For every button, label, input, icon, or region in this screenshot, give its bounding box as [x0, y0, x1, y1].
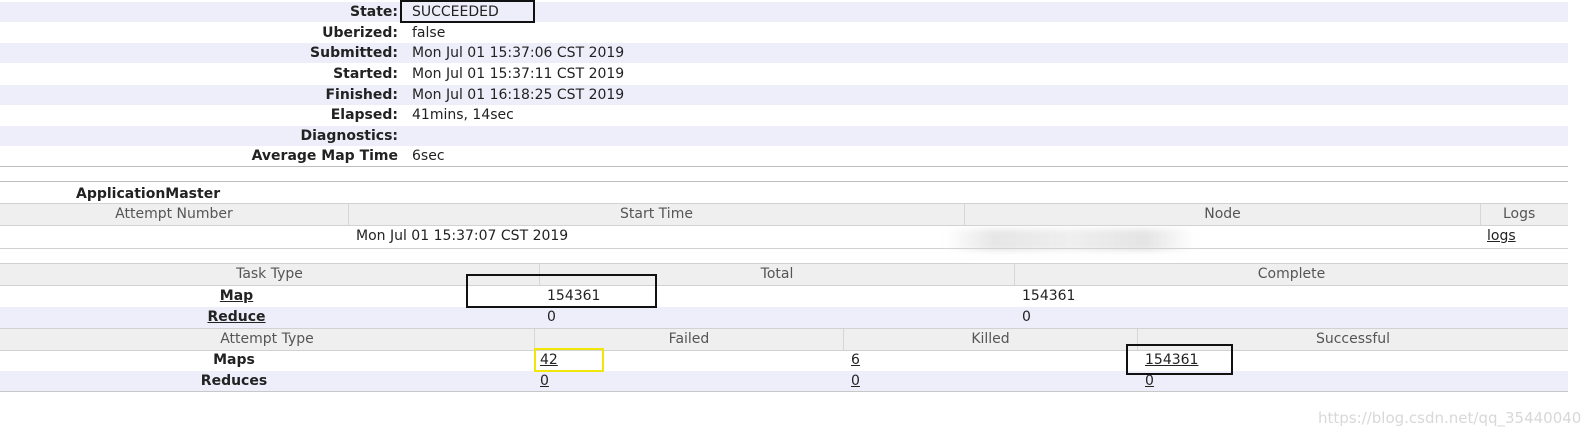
average-map-time-row: Average Map Time 6sec [0, 146, 1568, 166]
divider [0, 166, 1568, 167]
task-row-reduce: Reduce 0 0 [0, 307, 1568, 328]
elapsed-row: Elapsed: 41mins, 14sec [0, 105, 1568, 125]
divider [0, 391, 1568, 392]
reduces-attempt-label: Reduces [200, 373, 268, 389]
reduces-failed-link[interactable]: 0 [540, 371, 549, 392]
finished-row: Finished: Mon Jul 01 16:18:25 CST 2019 [0, 85, 1568, 105]
failed-highlight-box [534, 348, 604, 372]
successful-highlight-box [1126, 344, 1233, 375]
am-logs-link[interactable]: logs [1487, 226, 1516, 247]
elapsed-label: Elapsed: [330, 107, 398, 123]
submitted-value: Mon Jul 01 15:37:06 CST 2019 [412, 45, 625, 61]
maps-killed-link[interactable]: 6 [851, 350, 860, 371]
uberized-row: Uberized: false [0, 23, 1568, 43]
map-task-link[interactable]: Map [0, 286, 473, 307]
map-complete-value: 154361 [1022, 288, 1076, 304]
diagnostics-label: Diagnostics: [300, 128, 398, 144]
average-map-time-label: Average Map Time [251, 148, 398, 164]
failed-header: Failed [535, 329, 844, 350]
attempt-row-reduces: Reduces 0 0 0 [0, 371, 1568, 392]
reduce-total-value: 0 [547, 309, 556, 325]
application-master-title: ApplicationMaster [76, 186, 221, 202]
reduces-killed-link[interactable]: 0 [851, 371, 860, 392]
state-label: State: [349, 4, 398, 20]
finished-label: Finished: [325, 87, 398, 103]
attempt-number-header: Attempt Number [0, 204, 349, 225]
attempt-type-header: Attempt Type [0, 329, 535, 350]
state-highlight-box [400, 0, 535, 23]
uberized-label: Uberized: [322, 25, 398, 41]
uberized-value: false [412, 25, 446, 41]
divider [0, 248, 1568, 249]
submitted-row: Submitted: Mon Jul 01 15:37:06 CST 2019 [0, 43, 1568, 63]
attempt-row-maps: Maps 42 6 154361 [0, 350, 1568, 371]
am-start-time-value: Mon Jul 01 15:37:07 CST 2019 [356, 228, 569, 244]
application-master-row: Mon Jul 01 15:37:07 CST 2019 logs [0, 226, 1568, 247]
elapsed-value: 41mins, 14sec [412, 107, 514, 123]
started-label: Started: [333, 66, 398, 82]
watermark: https://blog.csdn.net/qq_35440040 [1318, 409, 1582, 427]
state-row: State: SUCCEEDED [0, 2, 1568, 22]
reduce-task-link[interactable]: Reduce [0, 307, 473, 328]
divider [0, 181, 1568, 182]
finished-value: Mon Jul 01 16:18:25 CST 2019 [412, 87, 625, 103]
attempt-table-header: Attempt Type Failed Killed Successful [0, 328, 1568, 351]
reduce-complete-value: 0 [1022, 309, 1031, 325]
complete-header: Complete [1257, 266, 1326, 282]
start-time-header: Start Time [349, 204, 965, 225]
task-table-header: Task Type Total Complete [0, 263, 1568, 286]
task-row-map: Map 154361 154361 [0, 286, 1568, 307]
started-row: Started: Mon Jul 01 15:37:11 CST 2019 [0, 64, 1568, 84]
killed-header: Killed [844, 329, 1138, 350]
maps-attempt-label: Maps [213, 352, 255, 368]
started-value: Mon Jul 01 15:37:11 CST 2019 [412, 66, 625, 82]
logs-header: Logs [1503, 206, 1536, 222]
diagnostics-row: Diagnostics: [0, 126, 1568, 146]
task-type-header: Task Type [0, 264, 540, 285]
submitted-label: Submitted: [310, 45, 398, 61]
application-master-header: Attempt Number Start Time Node Logs [0, 203, 1568, 226]
average-map-time-value: 6sec [412, 148, 445, 164]
node-header: Node [965, 204, 1481, 225]
map-total-highlight-box [466, 274, 657, 308]
